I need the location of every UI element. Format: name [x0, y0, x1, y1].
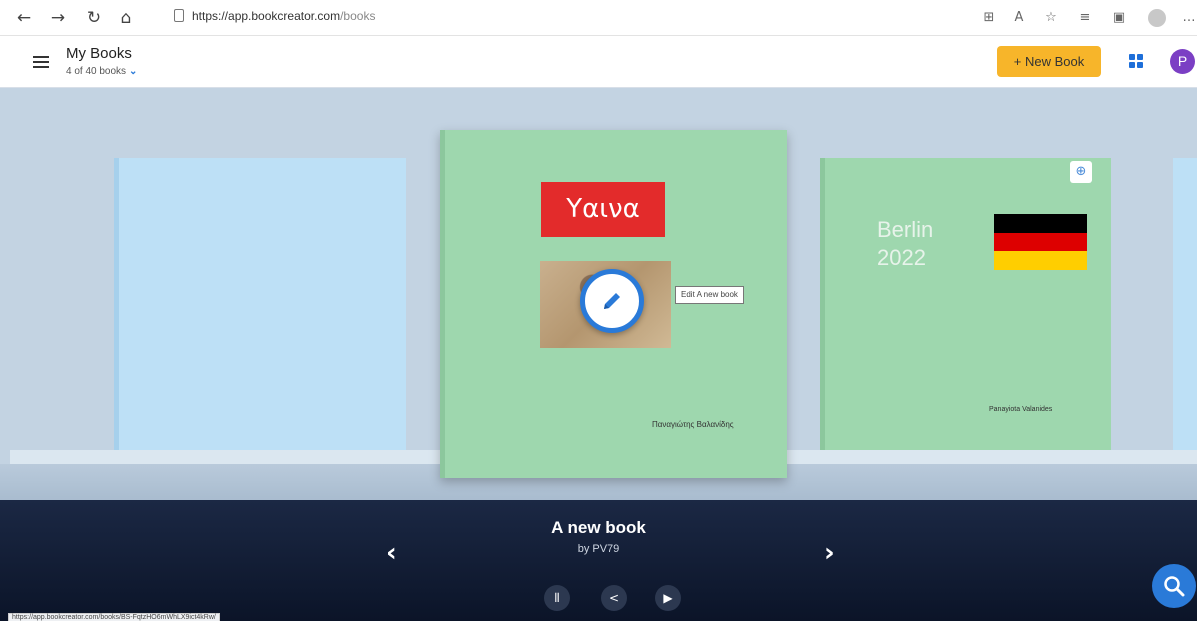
- lock-icon: [174, 9, 184, 22]
- address-bar[interactable]: https://app.bookcreator.com/books: [166, 5, 956, 29]
- split-screen-icon[interactable]: ⊞: [980, 9, 998, 27]
- home-icon[interactable]: ⌂: [116, 8, 136, 28]
- more-icon[interactable]: …: [1180, 9, 1197, 27]
- favorites-icon[interactable]: ≡: [1076, 9, 1094, 27]
- search-icon: [1164, 576, 1185, 597]
- read-aloud-icon[interactable]: A: [1010, 9, 1028, 27]
- forward-icon[interactable]: →: [48, 8, 68, 28]
- cover-title-line1: Berlin: [877, 217, 934, 242]
- cover-title-berlin: Berlin 2022: [877, 216, 933, 272]
- selected-book-title: A new book: [551, 518, 646, 537]
- library-icon[interactable]: ⫴: [544, 585, 570, 611]
- browser-toolbar: ← → ↻ ⌂ https://app.bookcreator.com/book…: [0, 0, 1197, 36]
- search-button[interactable]: [1152, 564, 1196, 608]
- share-icon[interactable]: <: [601, 585, 627, 611]
- book-cover-next[interactable]: [1173, 158, 1197, 450]
- menu-icon[interactable]: [33, 56, 49, 68]
- selected-book-author: by PV79: [577, 543, 620, 555]
- next-book-icon[interactable]: ›: [824, 540, 835, 566]
- german-flag-image: [994, 214, 1087, 270]
- status-url: https://app.bookcreator.com/books/BS-Fqt…: [8, 613, 220, 621]
- book-info-bar: A new book by PV79 ‹ › ⫴ < ▶: [0, 500, 1197, 621]
- previous-book-icon[interactable]: ‹: [386, 540, 397, 566]
- chevron-down-icon: ⌄: [129, 66, 138, 77]
- collections-icon[interactable]: ▣: [1110, 9, 1128, 27]
- back-icon[interactable]: ←: [14, 8, 34, 28]
- refresh-icon[interactable]: ↻: [84, 8, 104, 28]
- book-count-dropdown[interactable]: 4 of 40 books ⌄: [66, 66, 137, 77]
- book-count: 4 of 40 books: [66, 66, 127, 77]
- grid-view-icon[interactable]: [1129, 54, 1143, 68]
- app-header: My Books 4 of 40 books ⌄ + New Book P: [0, 36, 1197, 88]
- edit-tooltip: Edit A new book: [675, 286, 744, 304]
- bookshelf: Υαινα Edit A new book Παναγιώτης Βαλανίδ…: [0, 88, 1197, 500]
- play-icon[interactable]: ▶: [655, 585, 681, 611]
- page-title: My Books: [66, 45, 132, 62]
- new-book-button[interactable]: + New Book: [997, 46, 1101, 77]
- book-cover-selected[interactable]: Υαινα Edit A new book Παναγιώτης Βαλανίδ…: [440, 130, 787, 478]
- avatar[interactable]: P: [1170, 49, 1195, 74]
- book-cover-blank[interactable]: [114, 158, 406, 450]
- book-cover-berlin[interactable]: ⊕ Berlin 2022 Panayiota Valanides: [820, 158, 1111, 450]
- cover-author: Παναγιώτης Βαλανίδης: [652, 420, 734, 429]
- edit-book-button[interactable]: [580, 269, 644, 333]
- cover-title-line2: 2022: [877, 245, 926, 270]
- pencil-icon: [604, 293, 620, 309]
- profile-icon[interactable]: [1148, 9, 1166, 27]
- favorite-icon[interactable]: ☆: [1042, 9, 1060, 27]
- globe-icon[interactable]: ⊕: [1070, 161, 1092, 183]
- cover-author-berlin: Panayiota Valanides: [989, 406, 1053, 413]
- cover-title: Υαινα: [541, 182, 665, 237]
- address-text: https://app.bookcreator.com/books: [192, 9, 376, 23]
